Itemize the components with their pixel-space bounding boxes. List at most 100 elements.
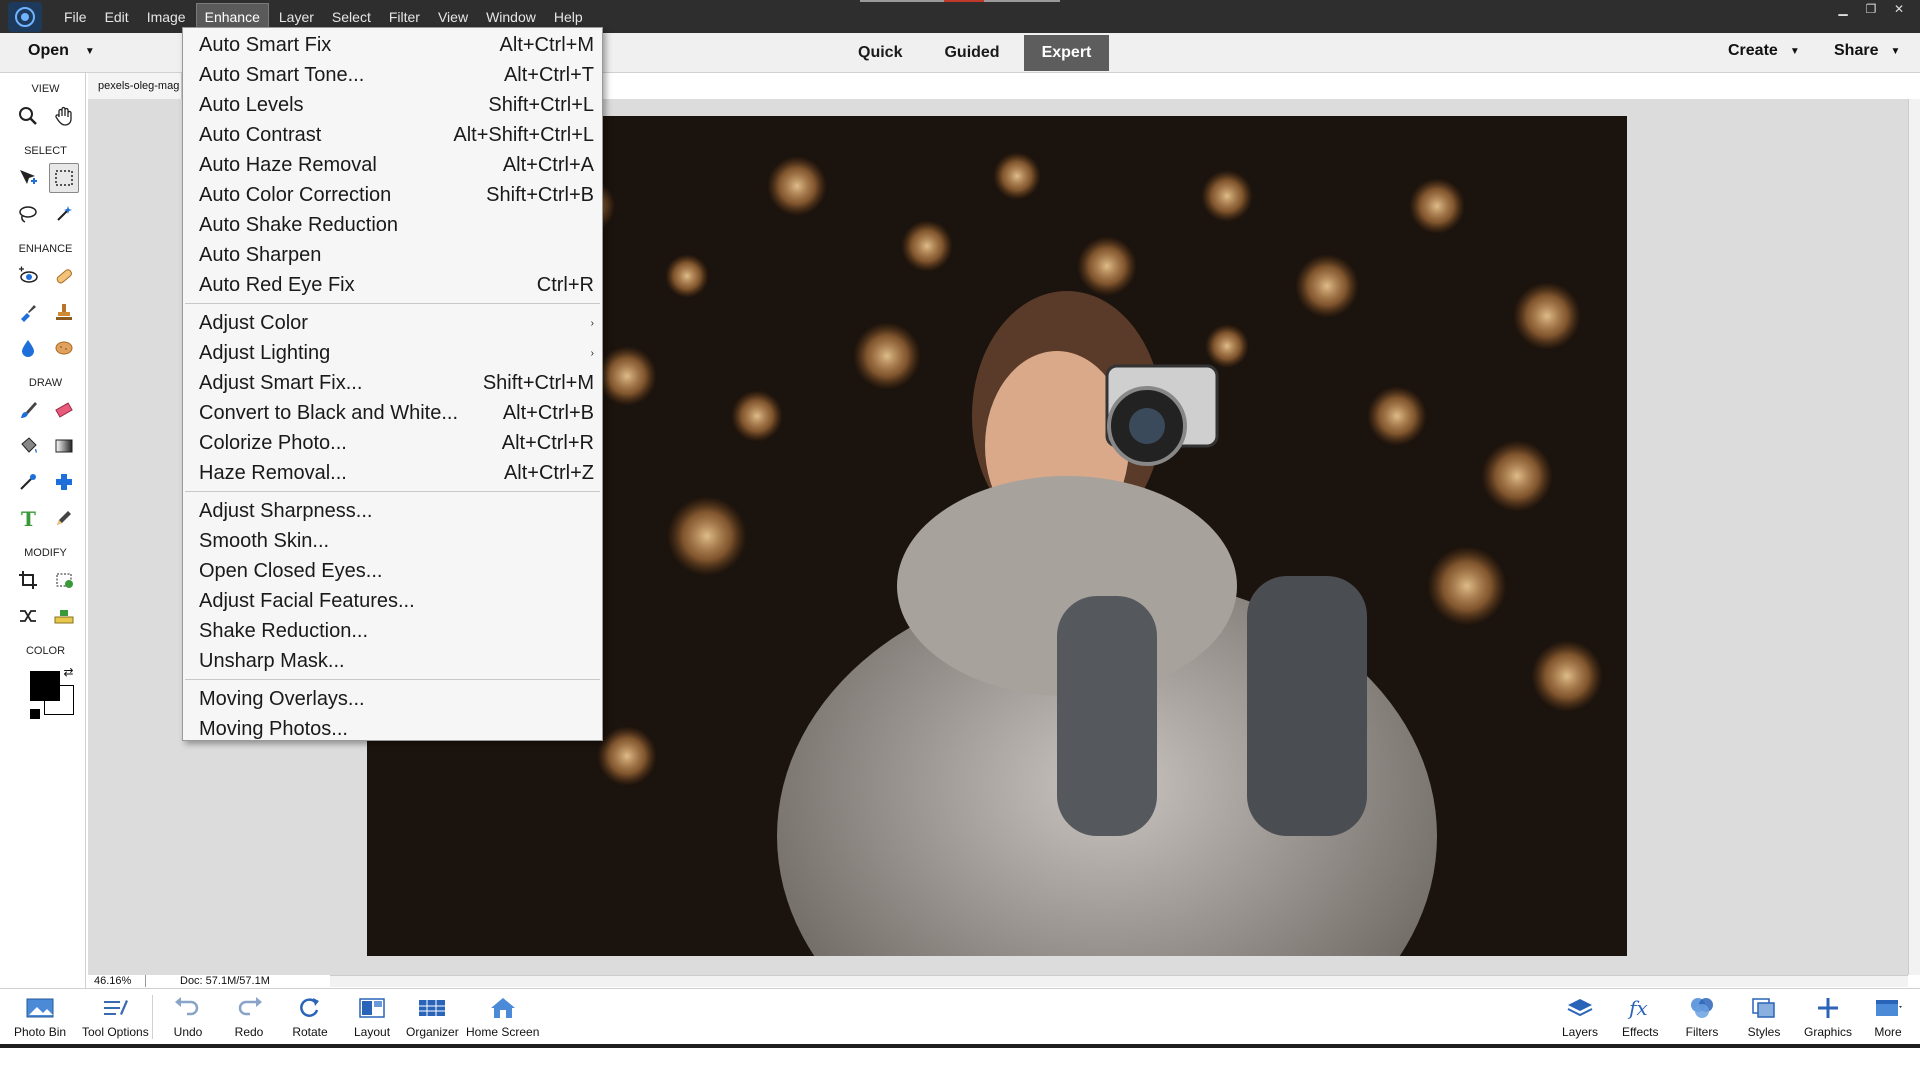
menu-item-auto-smart-tone[interactable]: Auto Smart Tone... Alt+Ctrl+T [183, 60, 602, 90]
tool-options-button[interactable]: Tool Options [82, 993, 149, 1039]
rotate-button[interactable]: Rotate [292, 993, 328, 1039]
crop-tool-icon[interactable] [13, 565, 43, 595]
menu-layer[interactable]: Layer [271, 4, 322, 30]
menu-item-adjust-smart-fix[interactable]: Adjust Smart Fix... Shift+Ctrl+M [183, 368, 602, 398]
clone-stamp-tool-icon[interactable] [49, 297, 79, 327]
eraser-tool-icon[interactable] [49, 395, 79, 425]
menu-item-label: Open Closed Eyes... [199, 559, 383, 582]
menu-filter[interactable]: Filter [381, 4, 428, 30]
sponge-tool-icon[interactable] [49, 333, 79, 363]
menu-edit[interactable]: Edit [97, 4, 137, 30]
lasso-tool-icon[interactable] [13, 199, 43, 229]
zoom-tool-icon[interactable] [13, 101, 43, 131]
content-aware-move-tool-icon[interactable] [13, 601, 43, 631]
tab-expert[interactable]: Expert [1023, 35, 1110, 71]
menu-item-adjust-sharpness[interactable]: Adjust Sharpness... [183, 496, 602, 526]
graphics-button[interactable]: Graphics [1804, 993, 1852, 1039]
minimize-button[interactable]: ▁ [1830, 2, 1856, 16]
zoom-level-field[interactable]: 46.16% [88, 975, 146, 987]
menu-item-label: Auto Smart Tone... [199, 63, 365, 86]
straighten-tool-icon[interactable] [49, 601, 79, 631]
marquee-tool-icon[interactable] [48, 163, 79, 193]
organizer-button[interactable]: Organizer [406, 993, 459, 1039]
menu-item-convert-to-black-and-white[interactable]: Convert to Black and White... Alt+Ctrl+B [183, 398, 602, 428]
app-logo-icon[interactable] [8, 1, 42, 32]
filters-button[interactable]: Filters [1684, 993, 1720, 1039]
swap-colors-icon[interactable]: ⇄ [64, 665, 74, 679]
smart-brush-tool-icon[interactable] [13, 297, 43, 327]
document-tab[interactable]: pexels-oleg-mag [88, 73, 182, 99]
layers-button[interactable]: Layers [1562, 993, 1598, 1039]
type-tool-icon[interactable]: T [13, 503, 43, 533]
menu-item-moving-photos[interactable]: Moving Photos... [183, 714, 602, 744]
menu-item-unsharp-mask[interactable]: Unsharp Mask... [183, 646, 602, 676]
blur-tool-icon[interactable] [13, 333, 43, 363]
menu-item-label: Adjust Facial Features... [199, 589, 415, 612]
home-screen-button[interactable]: Home Screen [466, 993, 539, 1039]
menu-item-shake-reduction[interactable]: Shake Reduction... [183, 616, 602, 646]
menu-item-adjust-facial-features[interactable]: Adjust Facial Features... [183, 586, 602, 616]
close-button[interactable]: ✕ [1886, 2, 1912, 16]
undo-button[interactable]: Undo [170, 993, 206, 1039]
open-button[interactable]: Open ▼ [28, 42, 95, 60]
menu-file[interactable]: File [56, 4, 95, 30]
spot-healing-tool-icon[interactable] [49, 261, 79, 291]
move-tool-icon[interactable] [13, 163, 43, 193]
more-button[interactable]: More [1870, 993, 1906, 1039]
menu-item-auto-sharpen[interactable]: Auto Sharpen [183, 240, 602, 270]
photo-bin-button[interactable]: Photo Bin [14, 993, 66, 1039]
foreground-color-swatch[interactable] [29, 671, 60, 701]
menu-item-auto-color-correction[interactable]: Auto Color Correction Shift+Ctrl+B [183, 180, 602, 210]
menu-item-auto-contrast[interactable]: Auto Contrast Alt+Shift+Ctrl+L [183, 120, 602, 150]
menu-item-auto-haze-removal[interactable]: Auto Haze Removal Alt+Ctrl+A [183, 150, 602, 180]
section-view-label: VIEW [31, 83, 60, 95]
menu-item-haze-removal[interactable]: Haze Removal... Alt+Ctrl+Z [183, 458, 602, 488]
gradient-tool-icon[interactable] [49, 431, 79, 461]
menu-item-adjust-lighting[interactable]: Adjust Lighting › [183, 338, 602, 368]
tab-quick[interactable]: Quick [840, 35, 920, 71]
share-caret-icon: ▼ [1890, 45, 1901, 57]
rotate-label: Rotate [292, 1025, 328, 1039]
menu-item-adjust-color[interactable]: Adjust Color › [183, 308, 602, 338]
open-dropdown-caret-icon[interactable]: ▼ [85, 46, 95, 57]
menu-select[interactable]: Select [324, 4, 379, 30]
restore-button[interactable]: ❐ [1858, 2, 1884, 16]
share-button[interactable]: Share ▼ [1834, 42, 1900, 60]
hand-tool-icon[interactable] [49, 101, 79, 131]
menu-item-open-closed-eyes[interactable]: Open Closed Eyes... [183, 556, 602, 586]
menu-item-smooth-skin[interactable]: Smooth Skin... [183, 526, 602, 556]
create-button[interactable]: Create ▼ [1728, 42, 1800, 60]
paint-bucket-tool-icon[interactable] [13, 431, 43, 461]
recompose-tool-icon[interactable] [49, 565, 79, 595]
custom-shape-tool-icon[interactable] [49, 467, 79, 497]
styles-button[interactable]: Styles [1746, 993, 1782, 1039]
tool-options-icon [97, 993, 133, 1023]
menu-help[interactable]: Help [546, 4, 591, 30]
layout-label: Layout [354, 1025, 391, 1039]
pencil-tool-icon[interactable] [49, 503, 79, 533]
menu-item-auto-levels[interactable]: Auto Levels Shift+Ctrl+L [183, 90, 602, 120]
default-colors-icon[interactable] [29, 709, 40, 719]
menu-item-auto-shake-reduction[interactable]: Auto Shake Reduction [183, 210, 602, 240]
menu-item-auto-smart-fix[interactable]: Auto Smart Fix Alt+Ctrl+M [183, 30, 602, 60]
redo-button[interactable]: Redo [231, 993, 267, 1039]
menu-item-colorize-photo[interactable]: Colorize Photo... Alt+Ctrl+R [183, 428, 602, 458]
menu-window[interactable]: Window [478, 4, 544, 30]
graphics-label: Graphics [1804, 1025, 1853, 1039]
brush-tool-icon[interactable] [13, 395, 43, 425]
layout-button[interactable]: Layout [354, 993, 390, 1039]
red-eye-tool-icon[interactable] [13, 261, 43, 291]
effects-button[interactable]: fx Effects [1622, 993, 1658, 1039]
eyedropper-tool-icon[interactable] [13, 467, 43, 497]
magic-wand-tool-icon[interactable] [49, 199, 79, 229]
menu-item-shortcut: Alt+Shift+Ctrl+L [453, 123, 594, 146]
menu-view[interactable]: View [430, 4, 476, 30]
menu-item-moving-overlays[interactable]: Moving Overlays... [183, 684, 602, 714]
home-screen-label: Home Screen [466, 1025, 540, 1039]
horizontal-scrollbar[interactable] [330, 975, 1908, 987]
menu-item-auto-red-eye-fix[interactable]: Auto Red Eye Fix Ctrl+R [183, 270, 602, 300]
menu-separator [185, 303, 600, 304]
menu-image[interactable]: Image [139, 4, 194, 30]
tab-guided[interactable]: Guided [926, 35, 1017, 71]
vertical-scrollbar[interactable] [1908, 99, 1920, 975]
